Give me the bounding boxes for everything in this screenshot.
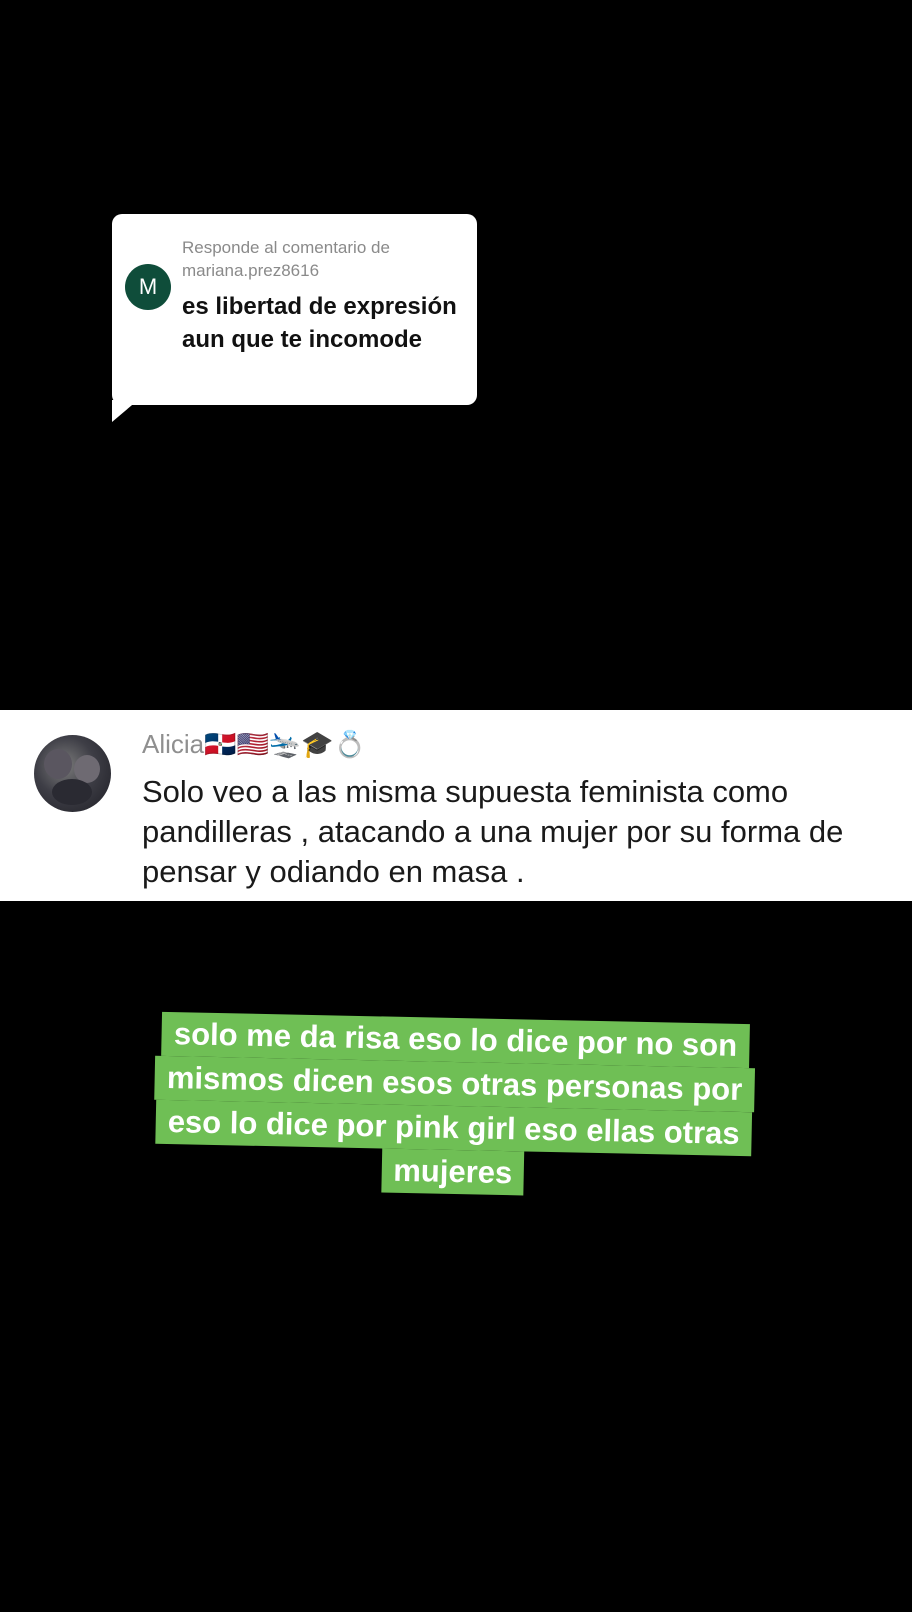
reply-comment-text: es libertad de expresión aun que te inco… [182,293,457,353]
reply-header-label: Responde al comentario de [182,238,390,257]
reply-avatar: M [125,264,171,310]
reply-bubble-tail [112,400,138,422]
avatar-photo-part [52,779,92,805]
video-caption: solo me da risa eso lo dice por no son m… [0,1008,912,1203]
comment-card[interactable]: Alicia🇩🇴🇺🇸🛬🎓💍 Solo veo a las misma supue… [0,710,912,901]
reply-header-username[interactable]: mariana.prez8616 [182,259,462,282]
avatar[interactable] [34,735,111,812]
reply-header: Responde al comentario de mariana.prez86… [182,236,462,282]
comment-text: Solo veo a las misma supuesta feminista … [142,774,844,889]
caption-line-text: mujeres [380,1148,525,1196]
avatar-photo-part [44,749,72,779]
comment-username[interactable]: Alicia🇩🇴🇺🇸🛬🎓💍 [142,728,366,760]
reply-comment-bubble[interactable]: M Responde al comentario de mariana.prez… [112,214,477,405]
